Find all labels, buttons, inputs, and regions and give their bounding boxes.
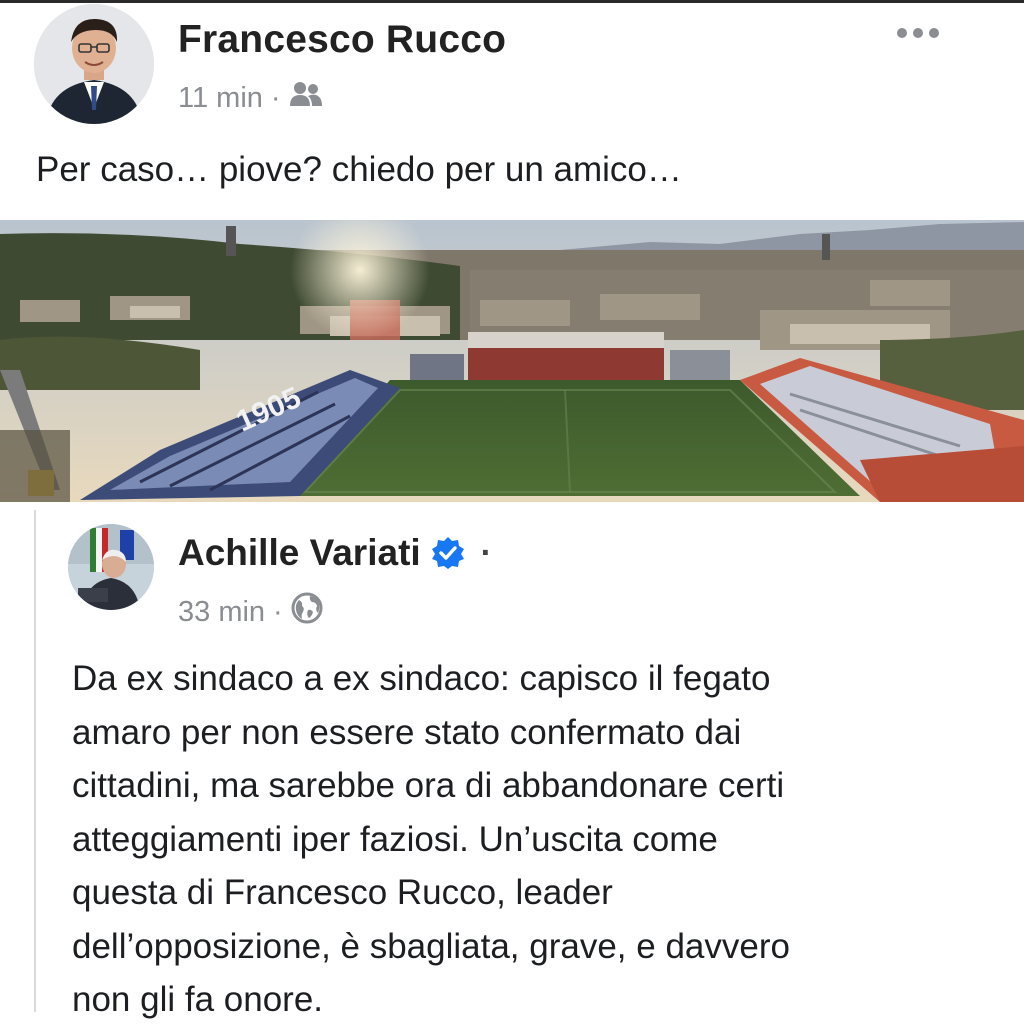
friends-icon[interactable]	[289, 80, 323, 116]
shared-author-avatar[interactable]	[68, 524, 154, 610]
more-horizontal-icon	[897, 28, 907, 38]
post-photo[interactable]: 1905	[0, 220, 1024, 502]
more-options-button[interactable]	[888, 20, 948, 46]
post-text: Per caso… piove? chiedo per un amico…	[36, 150, 682, 189]
stadium-aerial-photo: 1905	[0, 220, 1024, 502]
shared-text-line: atteggiamenti iper faziosi. Un’uscita co…	[72, 819, 718, 859]
meta-separator: ·	[273, 595, 283, 628]
shared-author-name[interactable]: Achille Variati	[178, 532, 421, 574]
shared-text-line: Da ex sindaco a ex sindaco: capisco il f…	[72, 659, 771, 698]
more-dot	[929, 28, 939, 38]
author-name[interactable]: Francesco Rucco	[178, 18, 506, 62]
shared-text-line: cittadini, ma sarebbe ora di abbandonare…	[72, 766, 785, 805]
meta-separator: ·	[270, 81, 281, 114]
author-photo	[34, 4, 154, 124]
shared-post-text: Da ex sindaco a ex sindaco: capisco il f…	[72, 652, 1012, 1027]
top-edge	[0, 0, 1024, 3]
post-time[interactable]: 11 min	[178, 82, 263, 115]
shared-text-line: dell’opposizione, è sbagliata, grave, e …	[72, 926, 790, 966]
verified-badge-icon	[431, 536, 465, 570]
shared-text-line: amaro per non essere stato confermato da…	[72, 712, 742, 752]
name-separator: ·	[480, 533, 492, 572]
shared-author-photo	[68, 524, 154, 610]
shared-text-line: questa di Francesco Rucco, leader	[72, 873, 613, 912]
shared-post-time[interactable]: 33 min	[178, 596, 265, 629]
shared-text-line: non gli fa onore.	[72, 980, 324, 1019]
post-meta: 11 min ·	[178, 80, 323, 116]
globe-icon[interactable]	[291, 592, 323, 632]
shared-post-border	[34, 510, 36, 1012]
shared-author-row: Achille Variati ·	[178, 532, 492, 574]
more-dot	[913, 28, 923, 38]
shared-post-meta: 33 min ·	[178, 592, 323, 632]
author-avatar[interactable]	[34, 4, 154, 124]
